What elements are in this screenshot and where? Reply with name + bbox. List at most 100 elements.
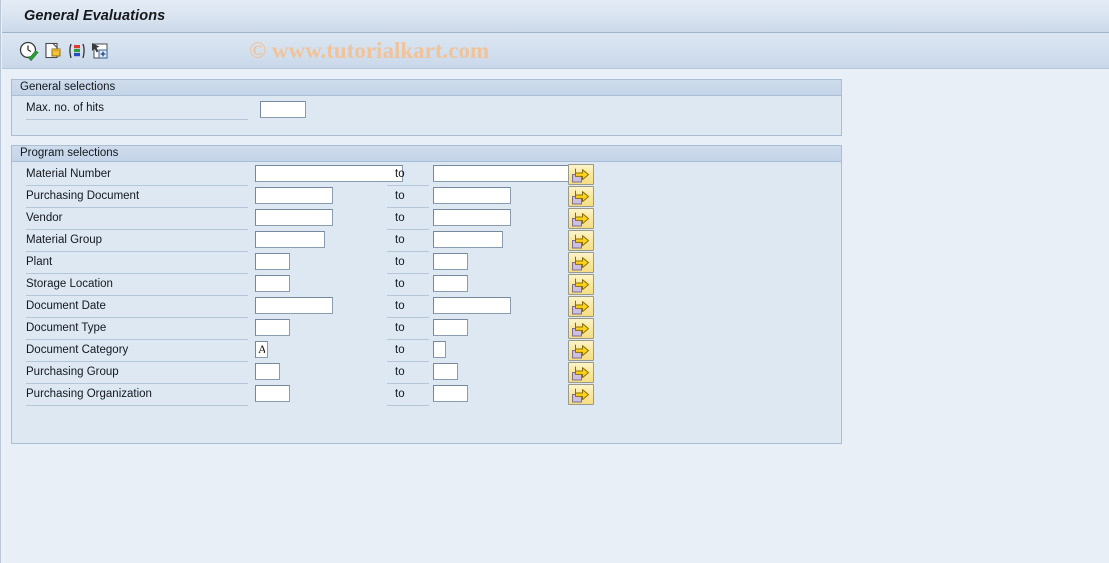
from-input[interactable] <box>255 187 333 204</box>
field-rule <box>26 405 248 406</box>
multiple-selection-button[interactable] <box>568 362 594 383</box>
arrow-right-icon <box>572 388 589 402</box>
to-label: to <box>395 322 405 334</box>
to-input[interactable] <box>433 385 468 402</box>
field-label: Purchasing Document <box>26 190 140 202</box>
to-label: to <box>395 388 405 400</box>
selection-screen-icon[interactable] <box>89 40 111 62</box>
execute-icon[interactable] <box>18 40 40 62</box>
program-selections-panel: Program selections Material Number to Purc… <box>11 145 842 444</box>
multiple-selection-button[interactable] <box>568 208 594 229</box>
general-selections-panel: General selections Max. no. of hits <box>11 79 842 136</box>
from-input[interactable] <box>255 165 403 182</box>
get-variant-icon[interactable] <box>43 40 65 62</box>
sap-selection-screen-window: General Evaluations © www.tutorialkart.c… <box>0 0 1109 563</box>
row-purchasing-organization: Purchasing Organization to <box>12 384 841 406</box>
to-rule <box>387 405 429 406</box>
arrow-right-icon <box>572 344 589 358</box>
max-hits-input[interactable] <box>260 101 306 118</box>
to-input[interactable] <box>433 363 458 380</box>
general-selections-title: General selections <box>20 81 116 93</box>
to-label: to <box>395 366 405 378</box>
max-hits-label: Max. no. of hits <box>26 102 104 114</box>
row-purchasing-document: Purchasing Document to <box>12 186 841 208</box>
row-plant: Plant to <box>12 252 841 274</box>
row-purchasing-group: Purchasing Group to <box>12 362 841 384</box>
to-label: to <box>395 234 405 246</box>
to-input[interactable] <box>433 253 468 270</box>
row-vendor: Vendor to <box>12 208 841 230</box>
page-title: General Evaluations <box>24 8 166 24</box>
to-input[interactable] <box>433 165 569 182</box>
to-label: to <box>395 344 405 356</box>
field-label: Document Date <box>26 300 106 312</box>
multiple-selection-button[interactable] <box>568 164 594 185</box>
from-input[interactable] <box>255 297 333 314</box>
from-input[interactable] <box>255 319 290 336</box>
row-material-number: Material Number to <box>12 164 841 186</box>
row-document-type: Document Type to <box>12 318 841 340</box>
field-label: Purchasing Organization <box>26 388 152 400</box>
from-input[interactable] <box>255 341 268 358</box>
field-label: Document Category <box>26 344 129 356</box>
multiple-selection-button[interactable] <box>568 252 594 273</box>
multiple-selection-button[interactable] <box>568 318 594 339</box>
arrow-right-icon <box>572 278 589 292</box>
multiple-selection-button[interactable] <box>568 186 594 207</box>
from-input[interactable] <box>255 253 290 270</box>
to-input[interactable] <box>433 341 446 358</box>
general-selections-header: General selections <box>12 80 841 96</box>
arrow-right-icon <box>572 366 589 380</box>
arrow-right-icon <box>572 234 589 248</box>
to-label: to <box>395 190 405 202</box>
field-label: Plant <box>26 256 53 268</box>
row-material-group: Material Group to <box>12 230 841 252</box>
multiple-selection-button[interactable] <box>568 274 594 295</box>
multiple-selection-button[interactable] <box>568 296 594 317</box>
from-input[interactable] <box>255 385 290 402</box>
field-label: Storage Location <box>26 278 113 290</box>
arrow-right-icon <box>572 322 589 336</box>
row-document-category: Document Category to <box>12 340 841 362</box>
from-input[interactable] <box>255 275 290 292</box>
watermark-text: © www.tutorialkart.com <box>249 38 490 63</box>
multiple-selection-icon[interactable] <box>66 40 88 62</box>
max-hits-rule <box>26 119 248 120</box>
general-selections-body: Max. no. of hits <box>12 96 841 135</box>
from-input[interactable] <box>255 231 325 248</box>
to-label: to <box>395 278 405 290</box>
to-input[interactable] <box>433 209 511 226</box>
arrow-right-icon <box>572 256 589 270</box>
to-input[interactable] <box>433 275 468 292</box>
field-label: Document Type <box>26 322 107 334</box>
field-label: Material Number <box>26 168 111 180</box>
to-input[interactable] <box>433 231 503 248</box>
program-selections-body: Material Number to Purchasing Document to Ve… <box>12 162 841 443</box>
toolbar <box>2 33 1109 69</box>
multiple-selection-button[interactable] <box>568 384 594 405</box>
from-input[interactable] <box>255 363 280 380</box>
row-document-date: Document Date to <box>12 296 841 318</box>
program-selections-header: Program selections <box>12 146 841 162</box>
multiple-selection-button[interactable] <box>568 230 594 251</box>
field-label: Purchasing Group <box>26 366 119 378</box>
row-max-hits: Max. no. of hits <box>12 98 841 120</box>
arrow-right-icon <box>572 300 589 314</box>
from-input[interactable] <box>255 209 333 226</box>
to-input[interactable] <box>433 319 468 336</box>
to-label: to <box>395 256 405 268</box>
arrow-right-icon <box>572 212 589 226</box>
arrow-right-icon <box>572 190 589 204</box>
field-label: Material Group <box>26 234 103 246</box>
program-selections-title: Program selections <box>20 147 119 159</box>
to-label: to <box>395 168 405 180</box>
to-input[interactable] <box>433 187 511 204</box>
to-label: to <box>395 300 405 312</box>
to-input[interactable] <box>433 297 511 314</box>
field-label: Vendor <box>26 212 63 224</box>
multiple-selection-button[interactable] <box>568 340 594 361</box>
to-label: to <box>395 212 405 224</box>
row-storage-location: Storage Location to <box>12 274 841 296</box>
title-bar: General Evaluations <box>2 0 1109 33</box>
arrow-right-icon <box>572 168 589 182</box>
